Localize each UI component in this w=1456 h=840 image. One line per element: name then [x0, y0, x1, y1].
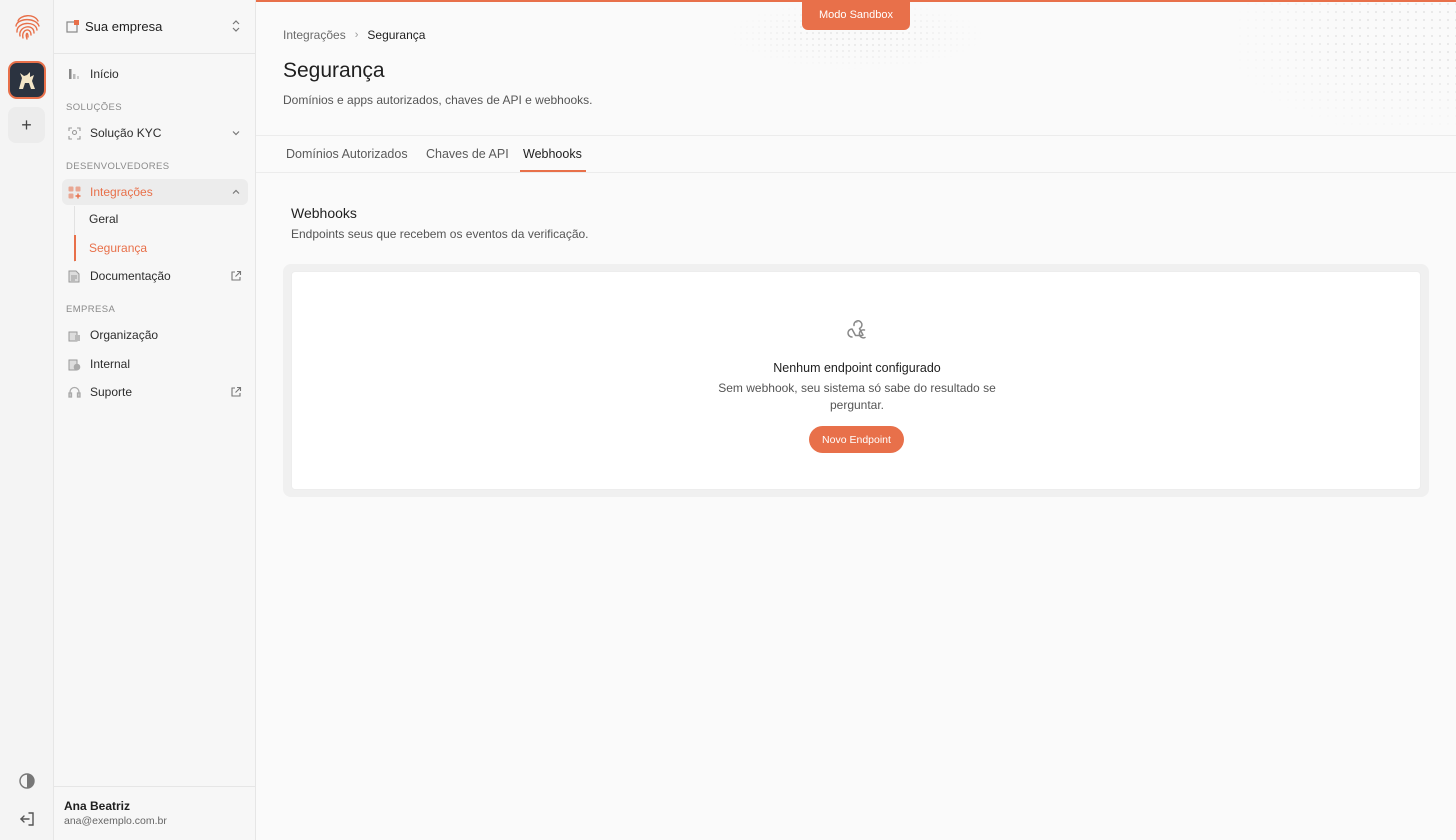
sidebar-item-label: Início — [90, 67, 119, 81]
sidebar-item-label: Integrações — [90, 185, 153, 199]
sidebar-item-label: Documentação — [90, 269, 171, 283]
theme-icon[interactable] — [18, 772, 36, 790]
tab-api-keys[interactable]: Chaves de API — [426, 147, 509, 161]
user-email: ana@exemplo.com.br — [64, 815, 167, 827]
sidebar-item-organization[interactable]: Organização — [62, 322, 248, 348]
sidebar-item-support[interactable]: Suporte — [62, 379, 248, 405]
sidebar-item-label: Solução KYC — [90, 126, 162, 140]
globe-icon — [68, 359, 80, 370]
sidebar-item-kyc[interactable]: Solução KYC — [62, 120, 248, 146]
company-switcher[interactable]: Sua empresa — [54, 0, 255, 54]
logout-icon[interactable] — [18, 810, 36, 828]
sidebar-subitem-general[interactable]: Geral — [89, 212, 118, 226]
webhooks-title: Webhooks — [291, 205, 357, 221]
sidebar-item-home[interactable]: Início — [62, 61, 248, 87]
tab-webhooks[interactable]: Webhooks — [523, 147, 582, 161]
page-title: Segurança — [283, 59, 385, 82]
sidebar-item-integrations[interactable]: Integrações — [62, 179, 248, 205]
empty-state: Nenhum endpoint configurado Sem webhook,… — [291, 271, 1421, 490]
sidebar-subitem-security[interactable]: Segurança — [89, 241, 147, 255]
section-label-developers: DESENVOLVEDORES — [66, 161, 170, 172]
new-endpoint-button[interactable]: Novo Endpoint — [809, 426, 904, 453]
sidebar-item-internal[interactable]: Internal — [62, 351, 248, 377]
section-label-company: EMPRESA — [66, 304, 116, 315]
company-name: Sua empresa — [85, 19, 163, 34]
external-link-icon — [231, 386, 242, 397]
sidebar-item-label: Internal — [90, 357, 131, 371]
divider — [256, 172, 1456, 173]
bar-chart-icon — [69, 69, 79, 79]
empty-state-text: Sem webhook, seu sistema só sabe do resu… — [718, 381, 996, 412]
user-profile[interactable]: Ana Beatriz ana@exemplo.com.br — [54, 786, 255, 840]
main-content: Modo Sandbox Integrações › Segurança Seg… — [256, 0, 1456, 840]
user-name: Ana Beatriz — [64, 799, 131, 813]
page-subtitle: Domínios e apps autorizados, chaves de A… — [283, 93, 593, 107]
breadcrumb-current: Segurança — [367, 28, 426, 42]
webhooks-card: Nenhum endpoint configurado Sem webhook,… — [283, 264, 1429, 497]
sidebar-item-docs[interactable]: Documentação — [62, 263, 248, 289]
breadcrumb-parent[interactable]: Integrações — [283, 28, 346, 42]
section-label-solutions: SOLUÇÕES — [66, 102, 122, 113]
add-org-button[interactable]: + — [8, 107, 45, 143]
app-rail: + — [0, 0, 54, 840]
chevron-up-icon — [232, 189, 240, 194]
sidebar: Sua empresa Início SOLUÇÕES Solução KYC … — [54, 0, 256, 840]
sidebar-item-label: Suporte — [90, 385, 133, 399]
tab-authorized-domains[interactable]: Domínios Autorizados — [286, 147, 408, 161]
document-icon — [68, 270, 80, 282]
divider — [256, 135, 1456, 136]
chevron-down-icon — [232, 131, 240, 136]
submenu-active-indicator — [74, 235, 76, 261]
org-avatar[interactable] — [8, 61, 46, 99]
webhooks-subtitle: Endpoints seus que recebem os eventos da… — [291, 227, 589, 241]
building-icon — [66, 20, 79, 33]
sidebar-item-label: Organização — [90, 328, 159, 342]
building-icon — [68, 331, 80, 341]
empty-state-title: Nenhum endpoint configurado — [773, 361, 941, 375]
webhook-icon — [847, 320, 866, 339]
breadcrumb: Integrações › Segurança — [283, 28, 425, 42]
headset-icon — [67, 386, 81, 398]
chevrons-up-down-icon — [232, 20, 240, 32]
sandbox-mode-badge: Modo Sandbox — [802, 0, 910, 30]
fingerprint-logo-icon[interactable] — [10, 9, 44, 43]
external-link-icon — [231, 270, 242, 281]
dot-pattern — [1236, 0, 1456, 130]
org-avatar-icon — [19, 72, 35, 89]
plus-icon: + — [21, 114, 32, 135]
scan-face-icon — [67, 126, 81, 140]
chevron-right-icon: › — [354, 29, 359, 41]
grid-icon — [68, 186, 80, 198]
